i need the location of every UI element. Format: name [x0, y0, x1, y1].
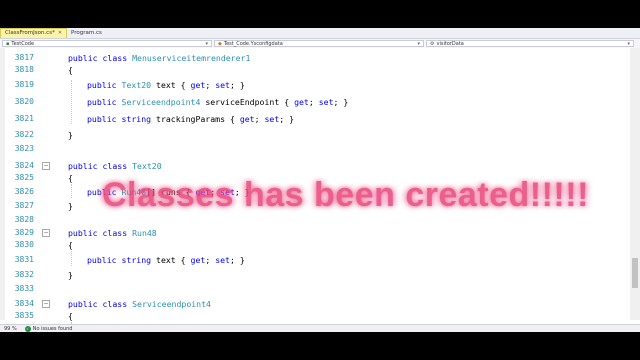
- code-text: }: [68, 201, 73, 211]
- code-text: }: [68, 130, 73, 140]
- code-line[interactable]: 3823: [0, 143, 630, 155]
- code-line[interactable]: 3833: [0, 283, 630, 295]
- class-dropdown[interactable]: ◆ Test_Code.Ysconfigdata ▾: [214, 40, 424, 47]
- project-dropdown[interactable]: ▪ TestCode ▾: [2, 40, 212, 47]
- line-number: 3822: [14, 130, 34, 139]
- chevron-down-icon: ▾: [417, 40, 420, 47]
- line-number: 3830: [14, 240, 34, 249]
- code-line[interactable]: 3834− public class Serviceendpoint4: [0, 298, 630, 310]
- chevron-down-icon: ▾: [627, 40, 630, 47]
- scrollbar-thumb[interactable]: [632, 258, 638, 288]
- chevron-down-icon: ▾: [205, 40, 208, 47]
- code-line[interactable]: 3824− public class Text20: [0, 160, 630, 172]
- code-line[interactable]: 3820 public Serviceendpoint4 serviceEndpo…: [0, 96, 630, 108]
- member-name: visitorData: [436, 40, 464, 47]
- check-icon: ✓: [24, 325, 31, 332]
- tab-classfromjson[interactable]: ClassFromJson.cs* ✕: [0, 28, 68, 38]
- code-line[interactable]: 3822}: [0, 129, 630, 141]
- code-line[interactable]: 3818 {: [0, 64, 630, 76]
- code-text: public Text20 text { get; set; }: [87, 80, 245, 90]
- indent-guide: [71, 184, 72, 198]
- line-number: 3829: [14, 228, 34, 237]
- code-line[interactable]: 3817 public class Menuserviceitemrenderer…: [0, 52, 630, 64]
- line-number: 3827: [14, 201, 34, 210]
- line-number: 3831: [14, 255, 34, 264]
- editor-status-bar: 99 % ✓ No issues found: [0, 324, 640, 332]
- code-line[interactable]: 3821 public string trackingParams { get; …: [0, 113, 630, 125]
- collapse-icon[interactable]: −: [42, 229, 50, 237]
- code-line[interactable]: 3832}: [0, 269, 630, 281]
- vertical-scrollbar[interactable]: [630, 48, 640, 320]
- class-icon: ◆: [218, 40, 222, 47]
- collapse-icon[interactable]: −: [42, 300, 50, 308]
- line-number: 3833: [14, 284, 34, 293]
- code-text: {: [68, 65, 73, 75]
- line-number: 3832: [14, 270, 34, 279]
- member-dropdown[interactable]: ⚙ visitorData ▾: [426, 40, 634, 47]
- tab-label: Program.cs: [71, 30, 102, 36]
- line-number: 3825: [14, 173, 34, 182]
- code-text: public Serviceendpoint4 serviceEndpoint …: [87, 97, 349, 107]
- issues-text: No issues found: [32, 325, 73, 332]
- close-icon[interactable]: ✕: [58, 29, 62, 38]
- line-number: 3819: [14, 80, 34, 89]
- code-text: public class Run48: [68, 228, 157, 238]
- code-text: {: [68, 240, 73, 250]
- line-number: 3826: [14, 187, 34, 196]
- collapse-icon[interactable]: −: [42, 162, 50, 170]
- code-line[interactable]: 3831 public string text { get; set; }: [0, 254, 630, 266]
- code-line[interactable]: 3830 {: [0, 239, 630, 251]
- code-text: public class Serviceendpoint4: [68, 299, 211, 309]
- code-text: {: [68, 311, 73, 321]
- line-number: 3821: [14, 114, 34, 123]
- line-number: 3824: [14, 161, 34, 170]
- code-line[interactable]: 3835 {: [0, 310, 630, 322]
- property-icon: ⚙: [430, 40, 435, 47]
- line-number: 3820: [14, 97, 34, 106]
- issues-indicator[interactable]: ✓ No issues found: [24, 325, 73, 332]
- overlay-caption: Classes has been created!!!!!: [102, 176, 589, 214]
- project-name: TestCode: [11, 40, 35, 47]
- zoom-level[interactable]: 99 %: [4, 326, 17, 332]
- code-text: public string text { get; set; }: [87, 255, 245, 265]
- code-text: public class Text20: [68, 161, 162, 171]
- code-text: public class Menuserviceitemrenderer1: [68, 53, 251, 63]
- csharp-project-icon: ▪: [6, 40, 10, 47]
- code-text: {: [68, 173, 73, 183]
- line-number: 3817: [14, 53, 34, 62]
- line-number: 3823: [14, 144, 34, 153]
- indent-guide: [71, 80, 72, 124]
- line-number: 3818: [14, 65, 34, 74]
- indent-guide: [71, 251, 72, 266]
- tab-program[interactable]: Program.cs: [67, 29, 106, 38]
- code-line[interactable]: 3819 public Text20 text { get; set; }: [0, 79, 630, 91]
- line-number: 3835: [14, 311, 34, 320]
- line-number: 3834: [14, 299, 34, 308]
- code-line[interactable]: 3829− public class Run48: [0, 227, 630, 239]
- tab-label: ClassFromJson.cs*: [5, 30, 55, 36]
- code-text: }: [68, 270, 73, 280]
- class-name: Test_Code.Ysconfigdata: [223, 40, 283, 47]
- code-line[interactable]: 3828: [0, 214, 630, 226]
- line-number: 3828: [14, 215, 34, 224]
- document-tab-strip: ClassFromJson.cs* ✕ Program.cs: [0, 28, 640, 39]
- code-text: public string trackingParams { get; set;…: [87, 114, 295, 124]
